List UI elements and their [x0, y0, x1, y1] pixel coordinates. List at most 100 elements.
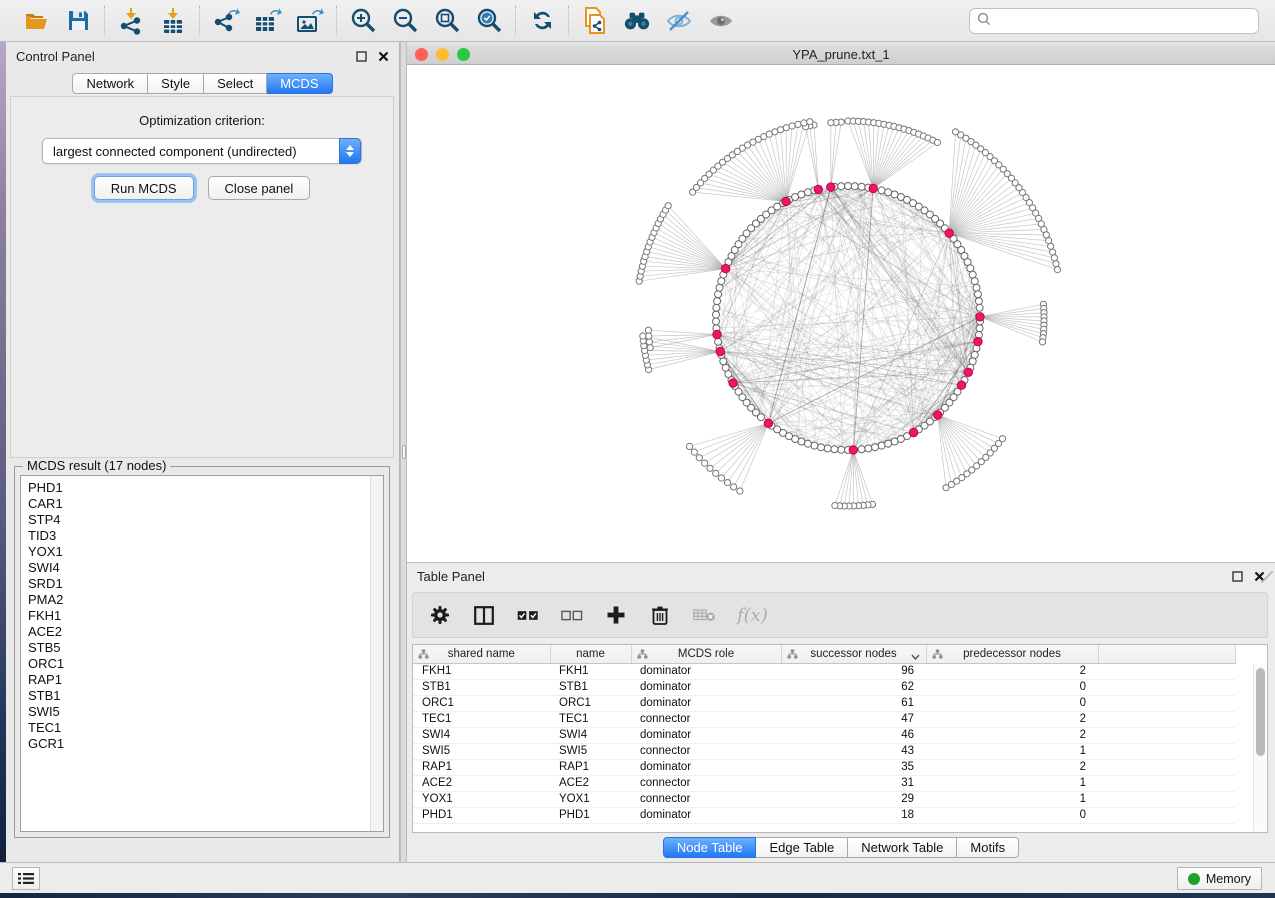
preview-eye-icon[interactable]: [707, 7, 735, 35]
run-mcds-button[interactable]: Run MCDS: [94, 176, 194, 200]
tab-edge-table[interactable]: Edge Table: [756, 837, 848, 858]
search-icon: [977, 12, 991, 29]
dropdown-stepper-icon: [339, 138, 361, 164]
delete-row-icon[interactable]: [649, 604, 671, 626]
cell-filler: [1098, 775, 1235, 791]
cell-filler: [1098, 791, 1235, 807]
close-panel-icon[interactable]: [377, 50, 389, 62]
table-row[interactable]: YOX1YOX1connector291: [413, 791, 1235, 807]
vertical-splitter[interactable]: [400, 42, 407, 862]
table-row[interactable]: PHD1PHD1dominator180: [413, 807, 1235, 823]
table-row[interactable]: RAP1RAP1dominator352: [413, 759, 1235, 775]
memory-button[interactable]: Memory: [1177, 867, 1262, 890]
node-table[interactable]: shared namenameMCDS rolesuccessor nodesp…: [413, 645, 1236, 824]
column-header-shared-name[interactable]: shared name: [413, 645, 550, 663]
zoom-out-icon[interactable]: [391, 7, 419, 35]
splitter-grip[interactable]: [402, 445, 406, 459]
column-header-predecessor-nodes[interactable]: predecessor nodes: [926, 645, 1098, 663]
save-session-icon[interactable]: [64, 7, 92, 35]
float-table-panel-icon[interactable]: [1231, 570, 1243, 582]
cell: 1: [926, 743, 1098, 759]
network-graph[interactable]: [407, 65, 1275, 562]
cell: 1: [926, 791, 1098, 807]
table-row[interactable]: ACE2ACE2connector311: [413, 775, 1235, 791]
zoom-fit-icon[interactable]: [433, 7, 461, 35]
search-box[interactable]: [969, 8, 1259, 34]
table-row[interactable]: FKH1FKH1dominator962: [413, 663, 1235, 679]
column-header-name[interactable]: name: [550, 645, 631, 663]
zoom-selected-icon[interactable]: [475, 7, 503, 35]
network-window-titlebar[interactable]: YPA_prune.txt_1: [407, 45, 1275, 65]
table-scrollbar-thumb[interactable]: [1256, 668, 1265, 756]
tab-select[interactable]: Select: [204, 73, 267, 94]
table-row[interactable]: TEC1TEC1connector472: [413, 711, 1235, 727]
find-icon[interactable]: [623, 7, 651, 35]
column-header-MCDS-role[interactable]: MCDS role: [631, 645, 781, 663]
result-item[interactable]: YOX1: [28, 544, 383, 560]
zoom-in-icon[interactable]: [349, 7, 377, 35]
export-image-icon[interactable]: [296, 7, 324, 35]
table-tabs: Node TableEdge TableNetwork TableMotifs: [663, 837, 1019, 858]
tab-style[interactable]: Style: [148, 73, 204, 94]
table-scrollbar[interactable]: [1253, 664, 1266, 831]
float-panel-icon[interactable]: [355, 50, 367, 62]
show-panels-button[interactable]: [12, 867, 40, 890]
result-item[interactable]: SWI4: [28, 560, 383, 576]
mcds-result-list[interactable]: PHD1CAR1STP4TID3YOX1SWI4SRD1PMA2FKH1ACE2…: [20, 475, 384, 832]
result-item[interactable]: PMA2: [28, 592, 383, 608]
result-item[interactable]: CAR1: [28, 496, 383, 512]
result-item[interactable]: STB5: [28, 640, 383, 656]
close-panel-button[interactable]: Close panel: [208, 176, 311, 200]
search-input[interactable]: [996, 13, 1251, 28]
cell: YOX1: [550, 791, 631, 807]
tab-node-table[interactable]: Node Table: [663, 837, 757, 858]
import-network-icon[interactable]: [117, 7, 145, 35]
cell: PHD1: [413, 807, 550, 823]
open-file-icon[interactable]: [22, 7, 50, 35]
control-panel-tabs: NetworkStyleSelectMCDS: [72, 73, 332, 94]
result-item[interactable]: STB1: [28, 688, 383, 704]
tab-network-table[interactable]: Network Table: [848, 837, 957, 858]
table-row[interactable]: SWI4SWI4dominator462: [413, 727, 1235, 743]
deselect-all-icon[interactable]: [561, 604, 583, 626]
select-all-icon[interactable]: [517, 604, 539, 626]
cell: 18: [781, 807, 926, 823]
result-item[interactable]: PHD1: [28, 480, 383, 496]
tab-mcds[interactable]: MCDS: [267, 73, 332, 94]
toggle-visibility-icon[interactable]: [665, 7, 693, 35]
import-table-icon[interactable]: [159, 7, 187, 35]
tab-network[interactable]: Network: [72, 73, 148, 94]
delete-table-icon[interactable]: [693, 604, 715, 626]
refresh-icon[interactable]: [528, 7, 556, 35]
result-item[interactable]: TEC1: [28, 720, 383, 736]
export-table-icon[interactable]: [254, 7, 282, 35]
result-item[interactable]: FKH1: [28, 608, 383, 624]
result-item[interactable]: ORC1: [28, 656, 383, 672]
cell: TEC1: [550, 711, 631, 727]
settings-gear-icon[interactable]: [429, 604, 451, 626]
cell: 46: [781, 727, 926, 743]
result-item[interactable]: ACE2: [28, 624, 383, 640]
column-header-successor-nodes[interactable]: successor nodes: [781, 645, 926, 663]
result-item[interactable]: STP4: [28, 512, 383, 528]
result-item[interactable]: SRD1: [28, 576, 383, 592]
result-item[interactable]: RAP1: [28, 672, 383, 688]
export-network-icon[interactable]: [212, 7, 240, 35]
result-list-scrollbar[interactable]: [370, 476, 383, 831]
table-row[interactable]: ORC1ORC1dominator610: [413, 695, 1235, 711]
result-item[interactable]: GCR1: [28, 736, 383, 752]
split-view-icon[interactable]: [473, 604, 495, 626]
mcds-node: [764, 419, 772, 427]
function-builder-icon[interactable]: f(x): [737, 605, 768, 626]
table-row[interactable]: SWI5SWI5connector431: [413, 743, 1235, 759]
mcds-node: [974, 337, 982, 345]
table-row[interactable]: STB1STB1dominator620: [413, 679, 1235, 695]
add-row-icon[interactable]: [605, 604, 627, 626]
result-item[interactable]: TID3: [28, 528, 383, 544]
network-canvas[interactable]: [407, 65, 1275, 562]
resize-grip-icon[interactable]: [1261, 571, 1273, 583]
tab-motifs[interactable]: Motifs: [957, 837, 1019, 858]
duplicate-network-icon[interactable]: [581, 7, 609, 35]
optimization-criterion-dropdown[interactable]: largest connected component (undirected): [42, 138, 362, 164]
result-item[interactable]: SWI5: [28, 704, 383, 720]
